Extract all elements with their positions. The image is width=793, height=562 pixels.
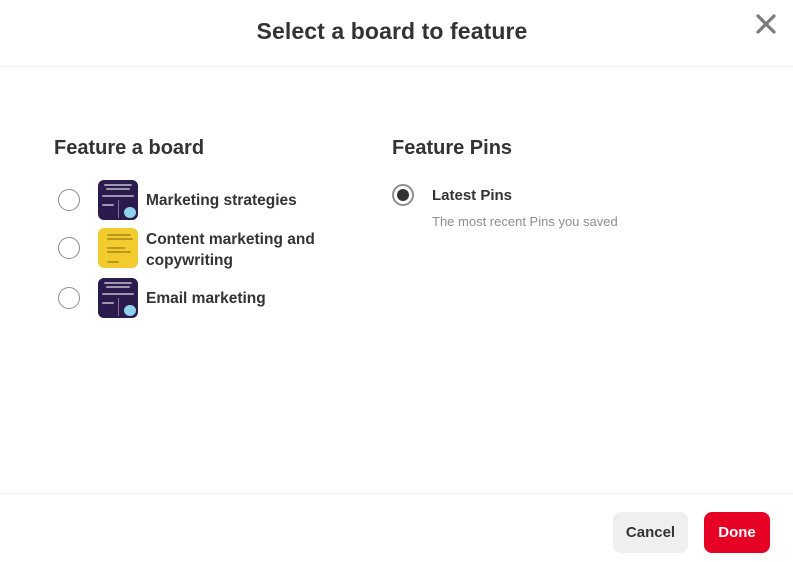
cancel-button[interactable]: Cancel bbox=[613, 512, 688, 553]
pins-radio[interactable] bbox=[392, 184, 414, 206]
dialog-header: Select a board to feature bbox=[0, 0, 793, 67]
pins-option-label: Latest Pins bbox=[432, 187, 513, 204]
done-button[interactable]: Done bbox=[704, 512, 770, 553]
feature-board-heading: Feature a board bbox=[54, 137, 205, 159]
dialog-title: Select a board to feature bbox=[256, 18, 528, 44]
board-thumbnail bbox=[98, 278, 138, 318]
board-thumbnail bbox=[98, 180, 138, 220]
close-icon bbox=[756, 14, 776, 34]
dialog-footer: Cancel Done bbox=[0, 493, 793, 562]
board-label: Email marketing bbox=[146, 290, 266, 307]
board-label: Marketing strategies bbox=[146, 192, 297, 209]
board-label: Content marketing and copywriting bbox=[146, 231, 315, 269]
pins-option-description: The most recent Pins you saved bbox=[432, 214, 618, 229]
board-radio[interactable] bbox=[58, 287, 80, 309]
close-button[interactable] bbox=[752, 10, 780, 38]
feature-pins-heading: Feature Pins bbox=[392, 137, 513, 159]
board-thumbnail bbox=[98, 228, 138, 268]
board-radio[interactable] bbox=[58, 189, 80, 211]
board-radio[interactable] bbox=[58, 237, 80, 259]
